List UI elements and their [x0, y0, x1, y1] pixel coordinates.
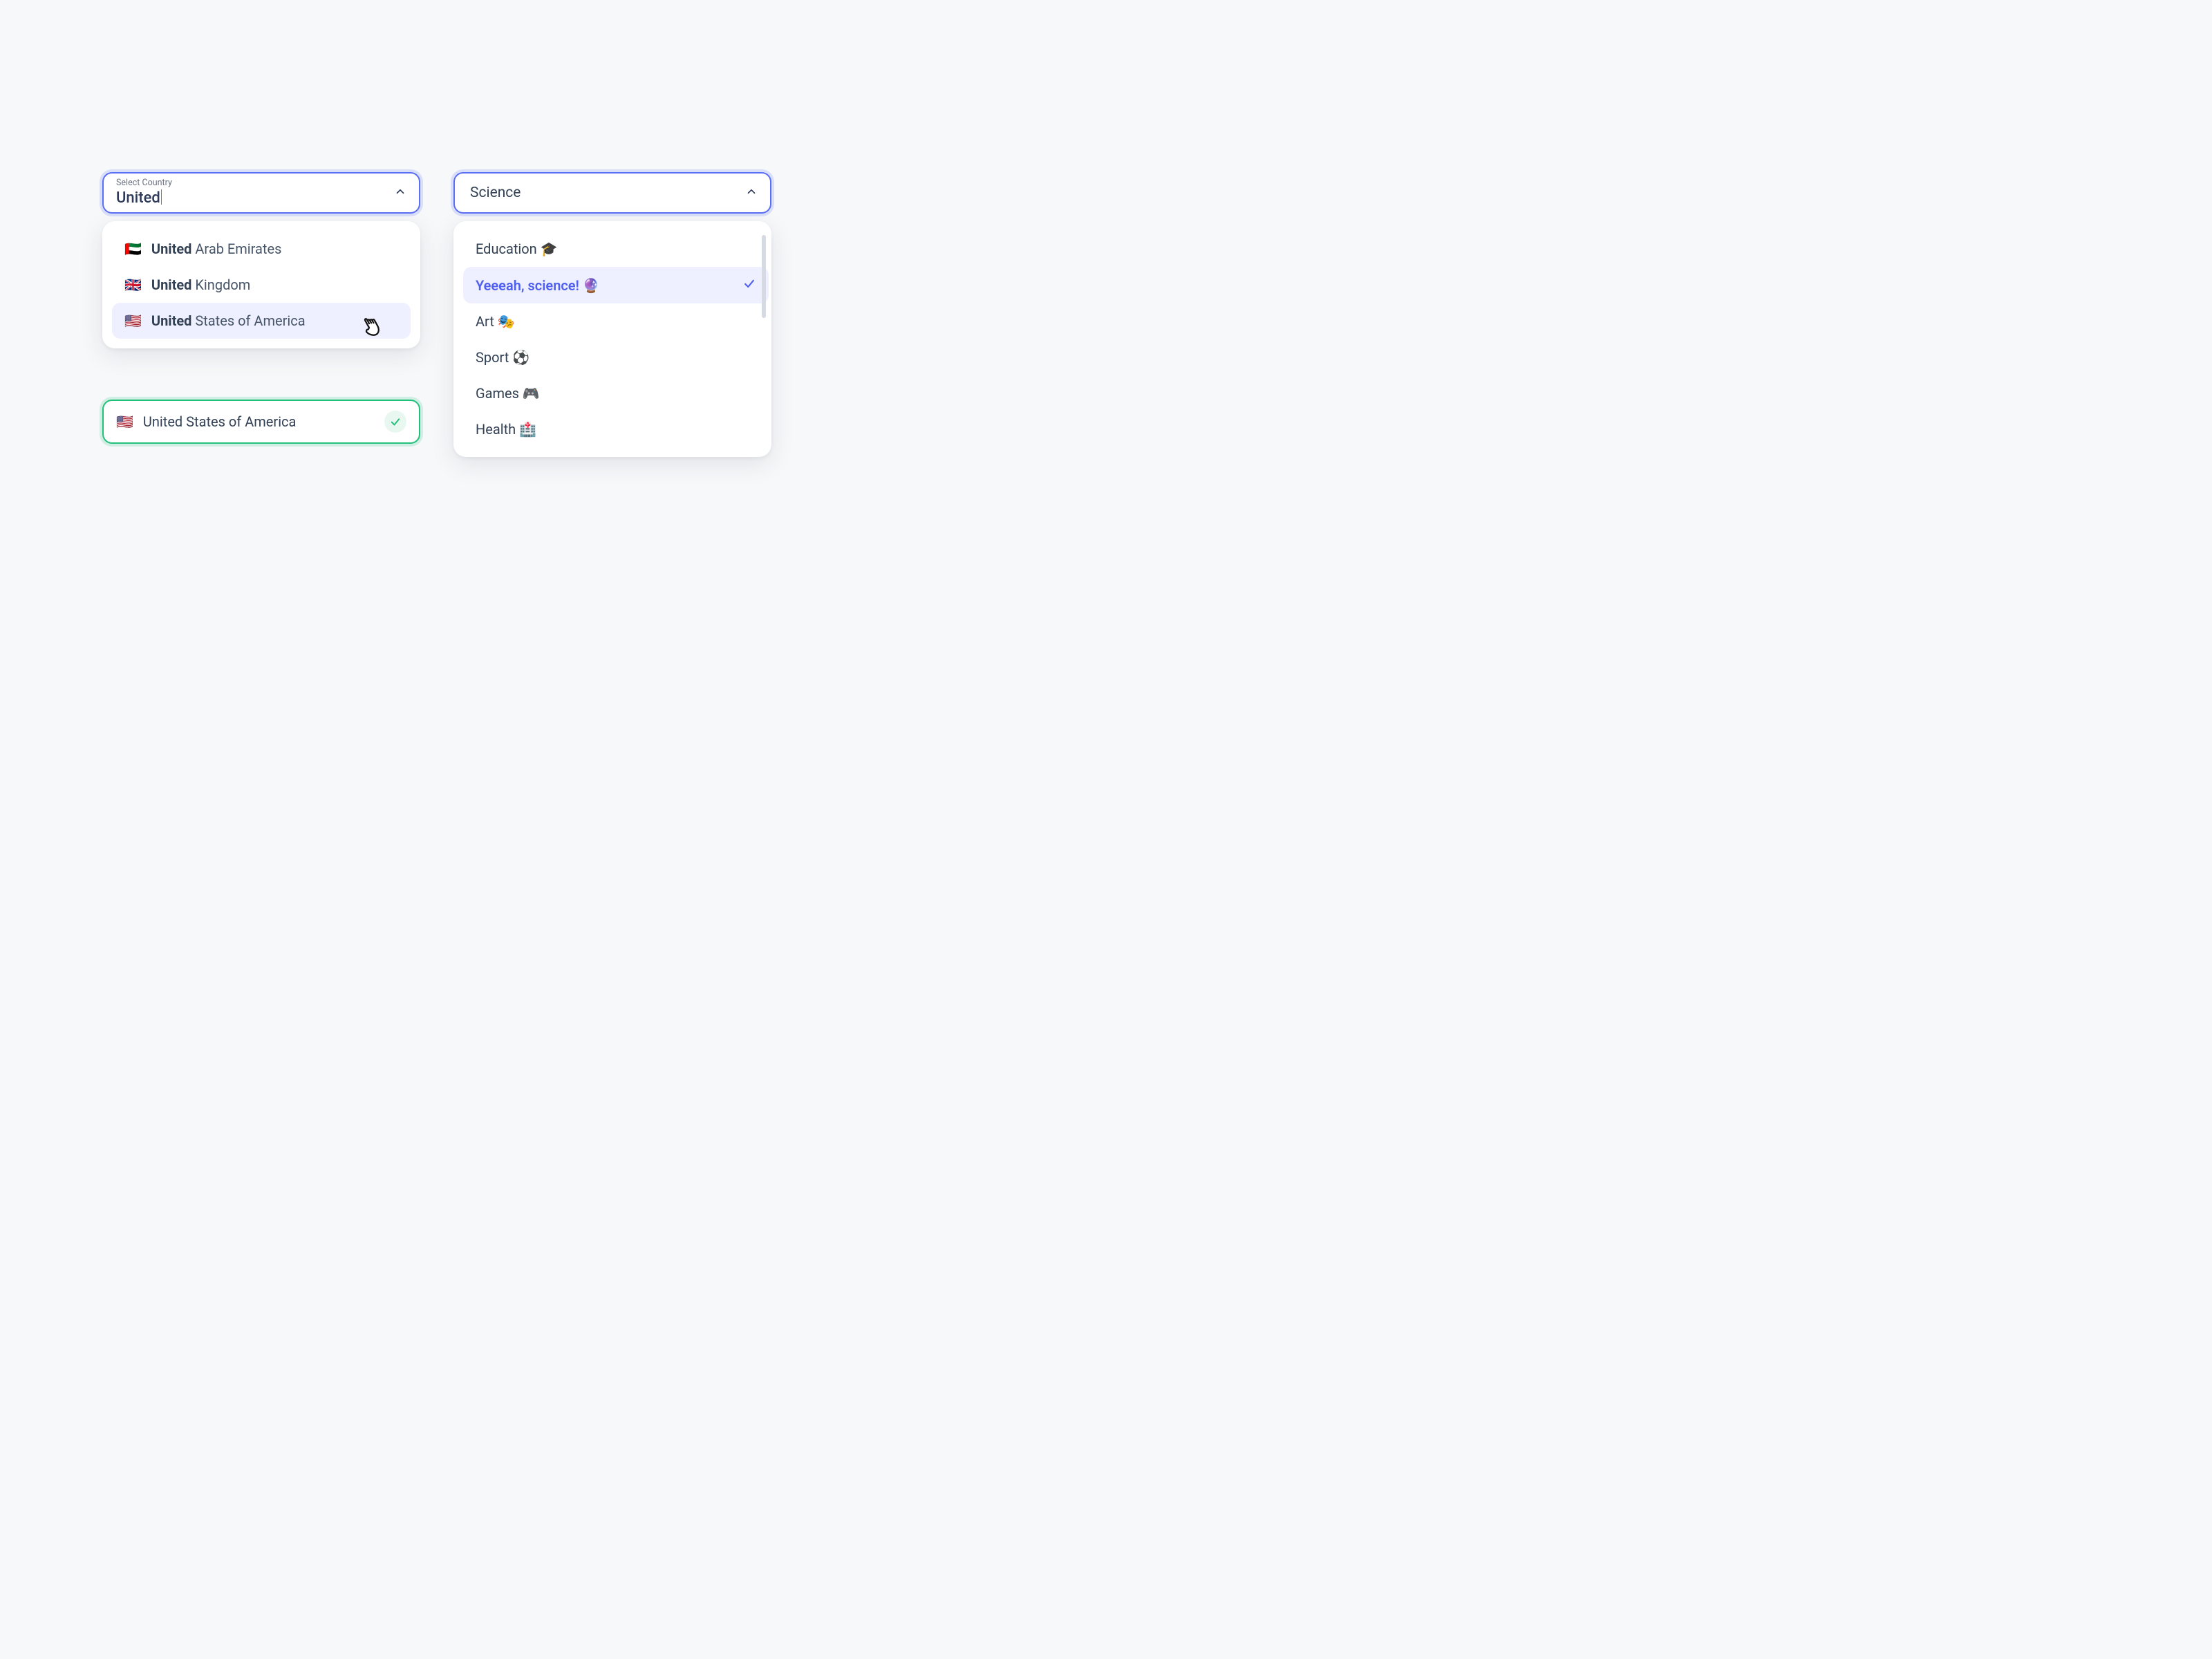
- category-combobox[interactable]: Science: [453, 172, 771, 214]
- text-caret: [161, 189, 162, 205]
- chevron-up-icon[interactable]: [745, 185, 758, 200]
- country-option-label: United Kingdom: [151, 276, 250, 293]
- category-option-label: Art 🎭: [476, 313, 515, 330]
- country-confirmed-field[interactable]: 🇺🇸 United States of America: [102, 400, 420, 444]
- country-option[interactable]: 🇬🇧 United Kingdom: [112, 267, 411, 303]
- category-option[interactable]: Art 🎭: [463, 303, 769, 339]
- country-combobox-input[interactable]: United: [116, 189, 162, 207]
- country-combobox-label: Select Country: [116, 179, 384, 188]
- flag-icon: 🇺🇸: [124, 314, 142, 328]
- country-option-label: United States of America: [151, 312, 306, 329]
- category-option[interactable]: Games 🎮: [463, 375, 769, 411]
- pointer-cursor-icon: [358, 307, 394, 346]
- country-option-label: United Arab Emirates: [151, 241, 282, 257]
- category-option[interactable]: Sport ⚽: [463, 339, 769, 375]
- check-icon: [742, 276, 756, 294]
- country-confirmed-label: United States of America: [143, 413, 297, 430]
- scrollbar[interactable]: [762, 235, 766, 318]
- category-dropdown: Education 🎓 Yeeeah, science! 🔮 Art 🎭 Spo…: [453, 221, 771, 457]
- chevron-up-icon[interactable]: [394, 185, 406, 200]
- category-option-label: Education 🎓: [476, 241, 558, 257]
- category-combobox-value: Science: [470, 185, 521, 201]
- category-option-label: Sport ⚽: [476, 349, 529, 366]
- category-option[interactable]: Yeeeah, science! 🔮: [463, 267, 769, 303]
- flag-icon: 🇬🇧: [124, 278, 142, 292]
- flag-icon: 🇦🇪: [124, 242, 142, 256]
- check-circle-icon: [384, 411, 406, 433]
- category-option-label: Games 🎮: [476, 385, 540, 402]
- country-dropdown: 🇦🇪 United Arab Emirates 🇬🇧 United Kingdo…: [102, 221, 420, 348]
- category-option[interactable]: Education 🎓: [463, 231, 769, 267]
- country-combobox-value: United: [116, 189, 160, 207]
- country-option[interactable]: 🇺🇸 United States of America: [112, 303, 411, 339]
- category-option-label: Yeeeah, science! 🔮: [476, 277, 600, 294]
- category-option[interactable]: Health 🏥: [463, 411, 769, 447]
- country-combobox[interactable]: Select Country United: [102, 172, 420, 214]
- category-option-label: Health 🏥: [476, 421, 536, 438]
- country-option[interactable]: 🇦🇪 United Arab Emirates: [112, 231, 411, 267]
- flag-icon: 🇺🇸: [116, 413, 133, 430]
